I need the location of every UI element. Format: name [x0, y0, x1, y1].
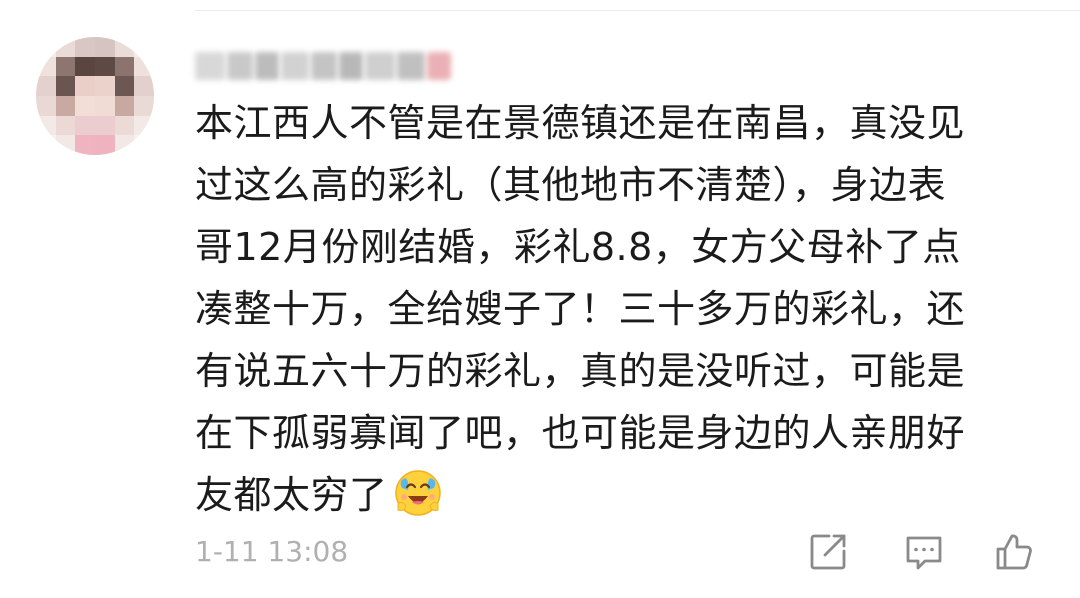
share-button[interactable]	[804, 528, 852, 576]
crying-laughing-emoji-icon	[394, 470, 441, 516]
comment-line-last: 友都太穷了	[195, 464, 1055, 526]
comment-timestamp: 1-11 13:08	[195, 535, 349, 568]
comment-line: 有说五六十万的彩礼，真的是没听过，可能是	[195, 349, 966, 393]
top-divider	[195, 10, 1080, 11]
comment-line: 过这么高的彩礼（其他地市不清楚），身边表	[195, 163, 947, 207]
avatar-mosaic	[36, 37, 154, 155]
comment-line: 凑整十万，全给嫂子了！三十多万的彩礼，还	[195, 287, 966, 331]
username-blurred[interactable]	[195, 44, 495, 88]
comment-icon	[906, 536, 942, 570]
comment-line: 哥12月份刚结婚，彩礼8.8，女方父母补了点	[195, 225, 961, 269]
comment-line: 在下孤弱寡闻了吧，也可能是身边的人亲朋好	[195, 411, 966, 455]
comment-button[interactable]	[900, 528, 948, 576]
avatar[interactable]	[36, 37, 154, 155]
thumbs-up-icon	[996, 534, 1032, 570]
comment-line-text: 友都太穷了	[195, 473, 388, 517]
comment-body: 本江西人不管是在景德镇还是在南昌，真没见 过这么高的彩礼（其他地市不清楚），身边…	[195, 92, 1055, 526]
username-blur-block	[195, 44, 495, 88]
comment-line: 本江西人不管是在景德镇还是在南昌，真没见	[195, 101, 966, 145]
like-button[interactable]	[990, 528, 1038, 576]
share-icon	[810, 534, 846, 570]
